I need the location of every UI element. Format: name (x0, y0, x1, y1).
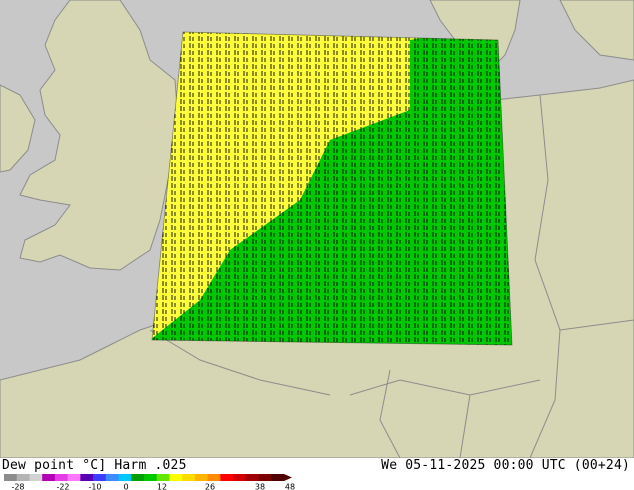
scale-tick-label: -28 (11, 483, 24, 490)
scale-tick-label: 0 (123, 483, 128, 490)
scale-tick-label: 26 (205, 483, 215, 490)
scale-tick-label: 38 (255, 483, 265, 490)
scale-tick-label: -10 (88, 483, 101, 490)
scale-swatch (169, 474, 183, 481)
dew-point-field (152, 32, 512, 345)
legend-title: Dew point °C] Harm .025 (2, 458, 187, 473)
scale-tick-label: 12 (157, 483, 167, 490)
scale-swatch (131, 474, 145, 481)
scale-swatch (258, 474, 272, 481)
scale-swatch (80, 474, 94, 481)
scale-swatch (271, 474, 285, 481)
scale-swatch (144, 474, 158, 481)
dew-point-map (0, 0, 634, 458)
scale-swatch (207, 474, 221, 481)
scale-swatch (67, 474, 81, 481)
scale-tick-label: 48 (285, 483, 295, 490)
scale-swatch (16, 474, 30, 481)
scale-swatch (118, 474, 132, 481)
color-scale-bar: -28 -22 -10 0 12 26 38 48 (4, 474, 295, 490)
scale-tick-label: -22 (56, 483, 69, 490)
scale-swatch (54, 474, 68, 481)
scale-swatch (220, 474, 234, 481)
scale-swatch (194, 474, 208, 481)
scale-swatch (156, 474, 170, 481)
legend-footer: Dew point °C] Harm .025 We 05-11-2025 00… (0, 458, 634, 490)
scale-swatch (93, 474, 107, 481)
scale-arrow (284, 474, 292, 481)
scale-swatch (182, 474, 196, 481)
scale-swatch (245, 474, 259, 481)
scale-swatch (105, 474, 119, 481)
forecast-time: We 05-11-2025 00:00 UTC (00+24) (381, 458, 630, 473)
scale-swatch (233, 474, 247, 481)
scale-swatch (29, 474, 43, 481)
scale-swatch (4, 474, 18, 481)
scale-swatch (42, 474, 56, 481)
